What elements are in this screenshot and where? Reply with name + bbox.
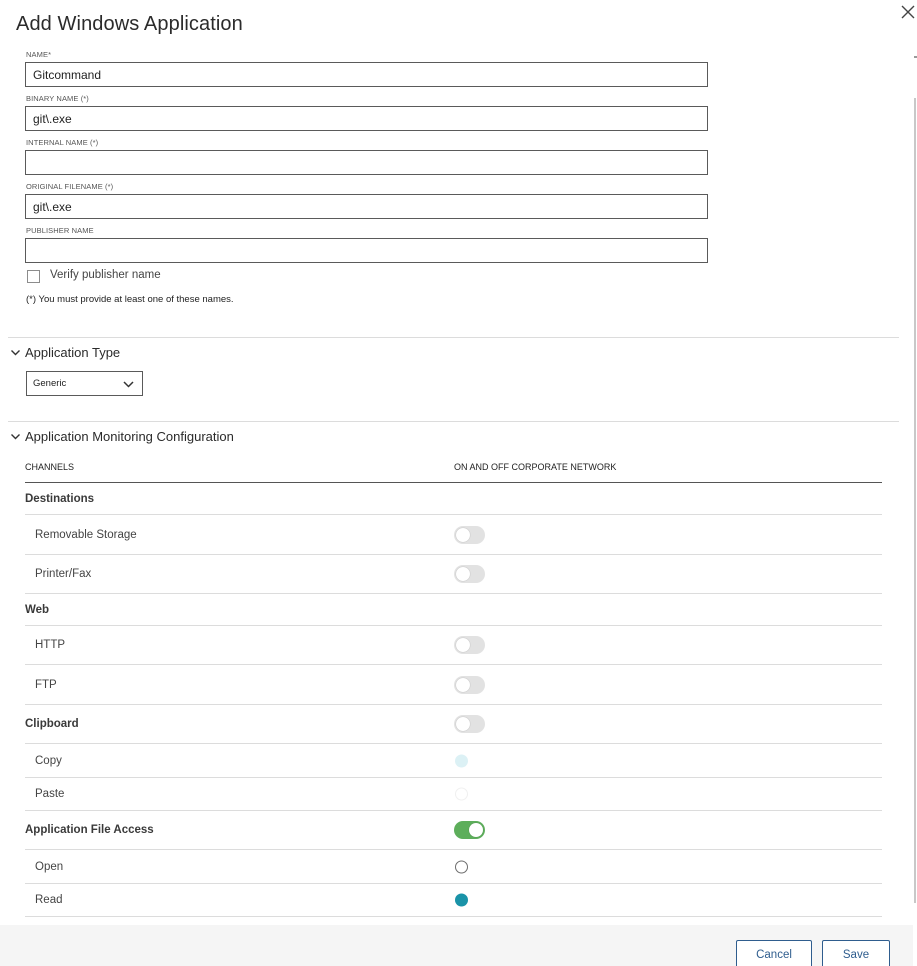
cancel-button[interactable]: Cancel [736,940,812,966]
toggle-knob [469,823,483,837]
channel-row: Copy [25,744,882,778]
channel-label: Printer/Fax [35,568,92,580]
publisher-name-label: PUBLISHER NAME [26,226,94,235]
internal-name-label: INTERNAL NAME (*) [26,138,99,147]
names-note: (*) You must provide at least one of the… [26,294,234,305]
channel-group-label: Destinations [25,492,95,505]
channel-radio[interactable] [455,893,468,907]
channel-group-label: Clipboard [25,718,79,730]
internal-name-input[interactable] [25,150,708,175]
channel-row: Read [25,884,882,917]
close-icon[interactable] [899,3,917,21]
verify-publisher-label: Verify publisher name [50,269,161,281]
toggle-knob [456,527,470,542]
channel-label: FTP [35,678,57,691]
channel-row: Paste [25,778,882,811]
channel-row: Web [25,594,882,626]
channel-row: FTP [25,665,882,705]
channel-toggle[interactable] [454,675,485,694]
toggle-knob [456,677,470,692]
add-windows-application-dialog: Add Windows Application NAME* BINARY NAM… [0,0,917,966]
channel-radio [455,787,468,801]
channel-label: Copy [35,754,62,767]
scrollbar[interactable] [914,98,916,903]
channel-row: Removable Storage [25,515,882,555]
channel-row: Destinations [25,483,882,515]
channel-row: HTTP [25,626,882,665]
publisher-name-input[interactable] [25,238,708,263]
channel-label: Open [35,860,64,873]
toggle-knob [456,567,470,581]
section-divider [8,337,899,338]
monitoring-config-title: Application Monitoring Configuration [25,428,234,444]
application-type-header[interactable]: Application Type [10,343,120,361]
chevron-down-icon [10,431,21,442]
monitoring-config-header[interactable]: Application Monitoring Configuration [10,427,234,445]
channel-label: Paste [35,788,65,800]
dialog-title: Add Windows Application [16,13,243,35]
channel-label: Removable Storage [35,528,137,541]
channel-radio [455,754,468,767]
channel-label: HTTP [35,639,66,651]
channel-toggle[interactable] [454,715,485,733]
channels-column-header: CHANNELS [25,462,75,472]
chevron-down-icon [122,378,135,391]
channel-toggle[interactable] [454,636,485,654]
channel-row: Application File Access [25,811,882,850]
channel-row: Open [25,850,882,884]
original-filename-input[interactable] [25,194,708,219]
save-button[interactable]: Save [822,940,890,966]
name-label: NAME* [26,50,52,59]
channel-toggle[interactable] [454,821,485,839]
application-type-value: Generic [33,378,67,389]
verify-publisher-checkbox[interactable] [27,270,40,283]
channel-row: Clipboard [25,705,882,744]
chevron-down-icon [10,347,21,358]
binary-name-label: BINARY NAME (*) [26,94,89,103]
original-filename-label: ORIGINAL FILENAME (*) [26,182,114,191]
channel-group-label: Application File Access [25,824,154,836]
channel-label: Read [35,894,63,906]
application-type-title: Application Type [25,344,121,360]
section-divider [8,421,899,422]
binary-name-input[interactable] [25,106,708,131]
toggle-knob [456,717,470,731]
channel-row: Printer/Fax [25,555,882,594]
channel-group-label: Web [25,603,50,616]
channel-radio[interactable] [455,860,468,873]
network-column-header: ON AND OFF CORPORATE NETWORK [454,462,617,472]
channel-toggle[interactable] [454,525,485,544]
channel-toggle[interactable] [454,565,485,583]
toggle-knob [456,638,470,652]
application-type-select[interactable]: Generic [26,371,143,396]
name-input[interactable] [25,62,708,87]
